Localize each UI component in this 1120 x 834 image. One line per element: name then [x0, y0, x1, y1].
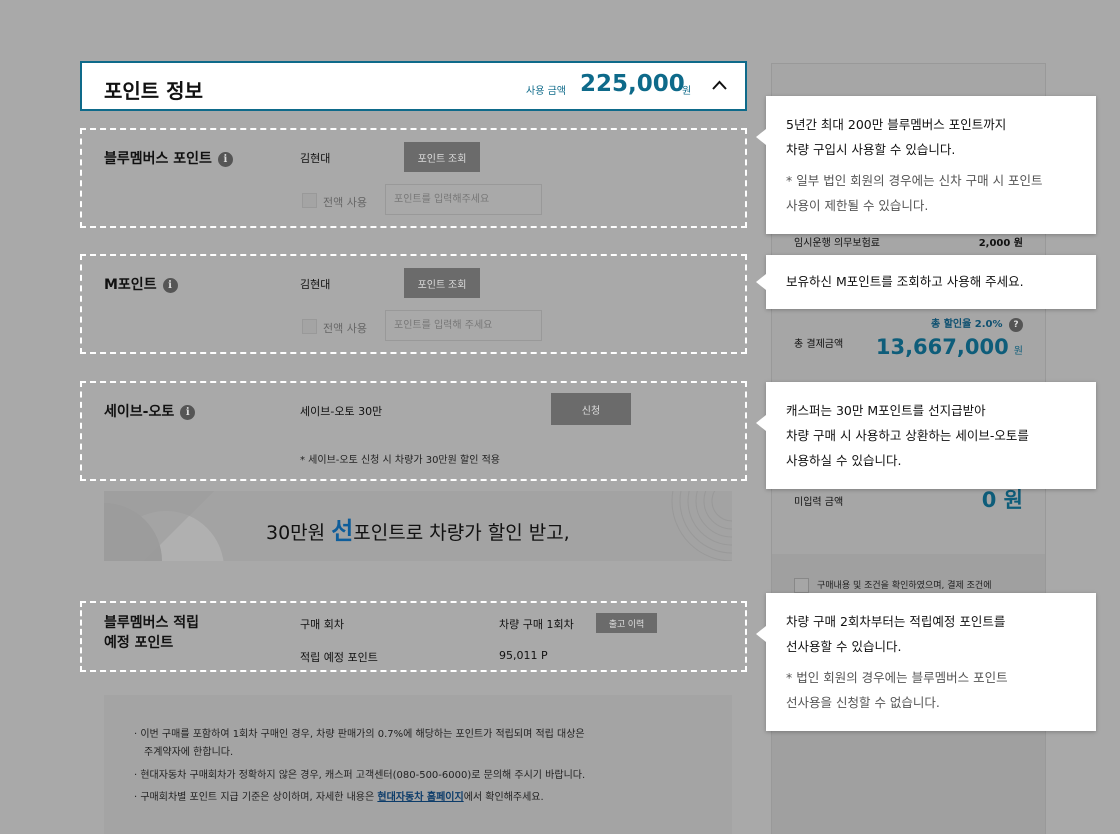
expected-point-label: 적립 예정 포인트: [300, 651, 378, 664]
notice-line4-pre: · 구매회차별 포인트 지급 기준은 상이하며, 자세한 내용은: [134, 792, 378, 803]
purchase-round-value: 차량 구매 1회차: [499, 618, 574, 631]
m-point-lookup-button[interactable]: 포인트 조회: [404, 268, 480, 298]
save-auto-tooltip: 캐스퍼는 30만 M포인트를 선지급받아 차량 구매 시 사용하고 상환하는 세…: [756, 382, 1096, 489]
chevron-up-icon[interactable]: [712, 80, 727, 90]
accrual-title: 블루멤버스 적립 예정 포인트: [104, 613, 199, 653]
save-auto-apply-button[interactable]: 신청: [551, 393, 631, 425]
save-auto-section: 세이브-오토 i 세이브-오토 30만 신청 * 세이브-오토 신청 시 차량가 …: [80, 381, 747, 481]
tooltip-text: 사용하실 수 있습니다.: [786, 453, 902, 468]
full-use-checkbox[interactable]: [302, 193, 317, 208]
info-icon[interactable]: i: [217, 152, 233, 167]
info-icon[interactable]: i: [162, 278, 178, 293]
user-name: 김현대: [300, 152, 331, 165]
expected-point-value: 95,011 P: [499, 649, 548, 662]
tooltip-note: * 법인 회원의 경우에는 블루멤버스 포인트: [786, 670, 1008, 685]
tooltip-text: 차량 구매 시 사용하고 상환하는 세이브-오토를: [786, 428, 1029, 443]
notice-box: · 이번 구매를 포함하여 1회차 구매인 경우, 차량 판매가의 0.7%에 …: [104, 695, 732, 834]
info-icon[interactable]: i: [180, 405, 196, 420]
tooltip-note: 사용이 제한될 수 있습니다.: [786, 198, 929, 213]
discount-rate-text: 총 할인율 2.0%: [931, 319, 1003, 330]
used-amount-value: 225,000: [580, 71, 685, 97]
purchase-round-label: 구매 회차: [300, 618, 344, 631]
banner-text: 30만원 선포인트로 차량가 할인 받고,: [266, 511, 570, 546]
agree-text: 구매내용 및 조건을 확인하였으며, 결제 조건에: [817, 581, 992, 591]
used-amount-unit: 원: [682, 86, 692, 97]
insurance-value: 2,000 원: [978, 238, 1023, 249]
tooltip-text: 5년간 최대 200만 블루멤버스 포인트까지: [786, 117, 1007, 132]
tooltip-text: 차량 구매 2회차부터는 적립예정 포인트를: [786, 614, 1006, 629]
save-auto-note: * 세이브-오토 신청 시 차량가 30만원 할인 적용: [300, 455, 500, 466]
user-name: 김현대: [300, 278, 331, 291]
save-auto-title-text: 세이브-오토: [104, 404, 175, 420]
accrual-tooltip: 차량 구매 2회차부터는 적립예정 포인트를 선사용할 수 있습니다. * 법인…: [756, 593, 1096, 731]
total-amount: 13,667,000 원: [876, 335, 1023, 359]
insurance-label: 임시운행 의무보험료: [794, 238, 880, 249]
m-point-input[interactable]: [385, 310, 542, 341]
save-auto-product: 세이브-오토 30만: [300, 405, 383, 418]
point-info-header[interactable]: 포인트 정보 사용 금액 225,000 원: [80, 61, 747, 111]
save-auto-banner[interactable]: 30만원 선포인트로 차량가 할인 받고,: [104, 491, 732, 561]
notice-line: 주계약자에 한합니다.: [144, 747, 234, 758]
notice-line: · 현대자동차 구매회차가 정확하지 않은 경우, 캐스퍼 고객센터(080-5…: [134, 770, 586, 781]
total-label: 총 결제금액: [794, 339, 844, 350]
discount-rate: 총 할인율 2.0% ?: [931, 315, 1023, 332]
blue-members-title-text: 블루멤버스 포인트: [104, 151, 212, 167]
tooltip-note: 선사용을 신청할 수 없습니다.: [786, 695, 940, 710]
m-point-title-text: M포인트: [104, 277, 157, 293]
tooltip-text: 차량 구입시 사용할 수 있습니다.: [786, 142, 956, 157]
page-title: 포인트 정보: [104, 79, 203, 103]
total-value: 13,667,000: [875, 335, 1009, 359]
tooltip-text: 선사용할 수 있습니다.: [786, 639, 902, 654]
tooltip-note: * 일부 법인 회원의 경우에는 신차 구매 시 포인트: [786, 173, 1043, 188]
accrual-title-line2: 예정 포인트: [104, 635, 174, 651]
help-icon[interactable]: ?: [1009, 318, 1023, 332]
m-point-tooltip: 보유하신 M포인트를 조회하고 사용해 주세요.: [756, 255, 1096, 309]
accrual-section: 블루멤버스 적립 예정 포인트 구매 회차 차량 구매 1회차 출고 이력 적립…: [80, 601, 747, 672]
blue-members-tooltip: #t1::before{} 5년간 최대 200만 블루멤버스 포인트까지 차량…: [756, 96, 1096, 234]
used-amount-label: 사용 금액: [526, 86, 566, 97]
banner-text-after: 포인트로 차량가 할인 받고,: [353, 522, 570, 544]
agree-checkbox[interactable]: [794, 578, 809, 593]
blue-members-title: 블루멤버스 포인트 i: [104, 148, 233, 168]
blue-members-lookup-button[interactable]: 포인트 조회: [404, 142, 480, 172]
full-use-checkbox[interactable]: [302, 319, 317, 334]
accrual-title-line1: 블루멤버스 적립: [104, 615, 200, 631]
banner-text-before: 30만원: [266, 522, 332, 544]
tooltip-text: 보유하신 M포인트를 조회하고 사용해 주세요.: [786, 274, 1024, 289]
full-use-label: 전액 사용: [323, 196, 367, 209]
m-point-title: M포인트 i: [104, 274, 178, 294]
banner-text-highlight: 선: [331, 517, 354, 545]
full-use-label: 전액 사용: [323, 322, 367, 335]
save-auto-title: 세이브-오토 i: [104, 401, 196, 421]
delivery-history-button[interactable]: 출고 이력: [596, 613, 657, 633]
blue-members-point-input[interactable]: [385, 184, 542, 215]
m-point-section: M포인트 i 김현대 포인트 조회 전액 사용: [80, 254, 747, 354]
unentered-label: 미입력 금액: [794, 497, 844, 508]
notice-line: · 이번 구매를 포함하여 1회차 구매인 경우, 차량 판매가의 0.7%에 …: [134, 729, 585, 740]
blue-members-section: 블루멤버스 포인트 i 김현대 포인트 조회 전액 사용: [80, 128, 747, 228]
hyundai-homepage-link[interactable]: 현대자동차 홈페이지: [377, 792, 463, 803]
tooltip-text: 캐스퍼는 30만 M포인트를 선지급받아: [786, 403, 986, 418]
total-unit: 원: [1013, 346, 1023, 357]
notice-line4-post: 에서 확인해주세요.: [463, 792, 544, 803]
notice-line: · 구매회차별 포인트 지급 기준은 상이하며, 자세한 내용은 현대자동차 홈…: [134, 788, 544, 803]
